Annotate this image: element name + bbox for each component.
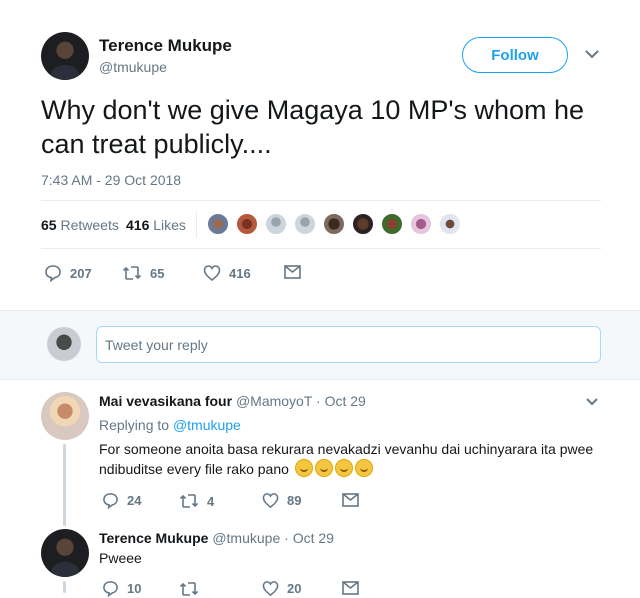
retweet-action[interactable]: 65 [122, 264, 164, 282]
reply-author-handle[interactable]: @tmukupe [212, 530, 280, 546]
reply-author-name[interactable]: Mai vevasikana four [99, 393, 232, 409]
retweet-action[interactable]: 4 [179, 492, 214, 510]
likes-label: Likes [153, 217, 186, 233]
reply-action[interactable]: 24 [102, 492, 141, 509]
reply-icon [44, 264, 62, 282]
direct-message-icon[interactable] [284, 265, 301, 279]
like-action[interactable]: 20 [262, 580, 301, 597]
reply-author-avatar[interactable] [41, 392, 89, 440]
reply-action[interactable]: 10 [102, 580, 141, 597]
retweets-count: 65 [41, 217, 57, 233]
chevron-down-icon[interactable] [584, 49, 600, 59]
reply-action[interactable]: 207 [44, 264, 92, 282]
author-name[interactable]: Terence Mukupe [99, 36, 232, 56]
reply-text: Pweee [99, 550, 142, 566]
direct-message-icon[interactable] [342, 493, 359, 507]
liker-avatar[interactable] [264, 212, 288, 236]
author-handle[interactable]: @tmukupe [99, 59, 167, 75]
liker-avatar[interactable] [293, 212, 317, 236]
liker-avatar[interactable] [438, 212, 462, 236]
like-action[interactable]: 89 [262, 492, 301, 509]
divider-vertical [196, 212, 197, 238]
heart-icon [262, 492, 279, 509]
reply-date[interactable]: · Oct 29 [284, 530, 334, 546]
divider [41, 200, 601, 201]
smirk-emoji-icon [314, 459, 333, 477]
like-count: 20 [287, 581, 302, 596]
retweets-stat[interactable]: 65 Retweets [41, 217, 119, 233]
retweet-count: 65 [150, 265, 165, 281]
author-avatar[interactable] [41, 32, 89, 80]
retweet-action[interactable] [179, 580, 207, 598]
reply-icon [102, 492, 119, 509]
reply-author-avatar[interactable] [41, 529, 89, 577]
like-count: 416 [229, 265, 251, 281]
reply-date[interactable]: · Oct 29 [316, 393, 366, 409]
tweet-timestamp[interactable]: 7:43 AM - 29 Oct 2018 [41, 172, 181, 188]
replying-to-label: Replying to [99, 417, 170, 433]
reply-icon [102, 580, 119, 597]
chevron-down-icon[interactable] [585, 397, 599, 406]
reply-author-name[interactable]: Terence Mukupe [99, 530, 208, 546]
reply-count: 10 [127, 581, 142, 596]
thread-line [63, 444, 66, 526]
heart-icon [262, 580, 279, 597]
smirk-emoji-icon [334, 459, 353, 477]
liker-avatar[interactable] [351, 212, 375, 236]
reply-header: Terence Mukupe @tmukupe · Oct 29 [99, 530, 334, 546]
reply-text-block: For someone anoita basa rekurara nevakad… [99, 440, 599, 479]
retweet-icon [122, 264, 142, 282]
liker-avatars [206, 212, 462, 236]
smirk-emoji-icon [354, 459, 373, 477]
replying-to: Replying to @tmukupe [99, 417, 241, 433]
liker-avatar[interactable] [409, 212, 433, 236]
tweet-text: Why don't we give Magaya 10 MP's whom he… [41, 95, 585, 159]
retweets-label: Retweets [60, 217, 119, 233]
thread-line [63, 581, 66, 593]
retweet-icon [179, 580, 199, 598]
heart-icon [203, 264, 221, 282]
reply-header: Mai vevasikana four @MamoyoT · Oct 29 [99, 393, 366, 409]
like-count: 89 [287, 493, 302, 508]
reply-count: 24 [127, 493, 142, 508]
current-user-avatar[interactable] [47, 327, 81, 361]
likes-stat[interactable]: 416 Likes [126, 217, 186, 233]
liker-avatar[interactable] [322, 212, 346, 236]
retweet-count: 4 [207, 493, 215, 509]
reply-input[interactable]: Tweet your reply [96, 326, 601, 363]
like-action[interactable]: 416 [203, 264, 251, 282]
likes-count: 416 [126, 217, 150, 233]
smirk-emoji-icon [294, 459, 313, 477]
retweet-icon [179, 492, 199, 510]
replying-to-handle[interactable]: @tmukupe [173, 417, 241, 433]
liker-avatar[interactable] [235, 212, 259, 236]
liker-avatar[interactable] [380, 212, 404, 236]
follow-button[interactable]: Follow [462, 37, 568, 73]
liker-avatar[interactable] [206, 212, 230, 236]
reply-count: 207 [70, 265, 92, 281]
divider [41, 248, 601, 249]
reply-author-handle[interactable]: @MamoyoT [236, 393, 312, 409]
